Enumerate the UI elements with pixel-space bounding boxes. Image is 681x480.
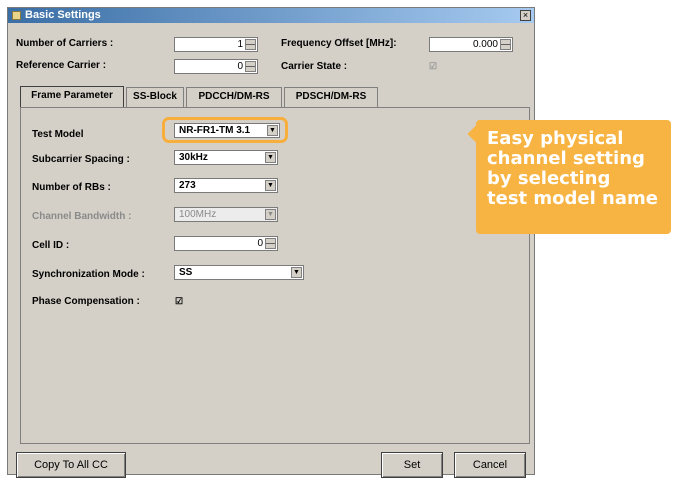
number-of-rbs-label: Number of RBs : [32,182,111,193]
test-model-highlight [162,117,288,143]
callout-line: by selecting [487,168,611,189]
number-of-carriers-value: 1 [237,39,243,50]
cell-id-spinner[interactable]: 0 [174,236,278,251]
callout-line: test model name [487,188,658,209]
number-of-rbs-value: 273 [179,180,196,191]
number-of-carriers-spinner[interactable]: 1 [174,37,258,52]
channel-bandwidth-value: 100MHz [179,209,217,220]
dropdown-arrow-icon: ▼ [265,209,276,220]
phase-compensation-label: Phase Compensation : [32,296,140,307]
callout-line: channel setting [487,148,645,169]
reference-carrier-label: Reference Carrier : [16,60,107,71]
carrier-state-label: Carrier State : [281,61,348,72]
test-model-label: Test Model [32,129,84,140]
channel-bandwidth-label: Channel Bandwidth : [32,211,132,222]
tab-ss-block[interactable]: SS-Block [126,87,184,107]
dropdown-arrow-icon[interactable]: ▼ [265,180,276,191]
app-icon [12,11,21,20]
spinner-arrows-icon[interactable] [245,61,256,72]
frequency-offset-label: Frequency Offset [MHz]: [281,38,397,49]
dropdown-arrow-icon[interactable]: ▼ [265,152,276,163]
frequency-offset-spinner[interactable]: 0.000 [429,37,513,52]
cell-id-label: Cell ID : [32,240,70,251]
close-icon[interactable]: × [520,10,531,21]
spinner-arrows-icon[interactable] [500,39,511,50]
callout-line: Easy physical [487,128,624,149]
cell-id-value: 0 [257,238,263,249]
carrier-state-checkbox[interactable]: ☑ [428,61,438,71]
dialog-title: Basic Settings [25,9,101,21]
cancel-button[interactable]: Cancel [454,452,526,478]
tab-pdcch-dm-rs[interactable]: PDCCH/DM-RS [186,87,282,107]
subcarrier-spacing-select[interactable]: 30kHz ▼ [174,150,278,165]
basic-settings-dialog: Basic Settings × Number of Carriers : 1 … [7,7,535,478]
tab-pdsch-dm-rs[interactable]: PDSCH/DM-RS [284,87,378,107]
synchronization-mode-label: Synchronization Mode : [32,269,145,280]
channel-bandwidth-select: 100MHz ▼ [174,207,278,222]
spinner-arrows-icon[interactable] [265,238,276,249]
reference-carrier-value: 0 [237,61,243,72]
phase-compensation-checkbox[interactable]: ☑ [174,296,184,306]
frequency-offset-value: 0.000 [472,39,498,50]
reference-carrier-spinner[interactable]: 0 [174,59,258,74]
callout-box: Easy physical channel setting by selecti… [467,120,671,234]
number-of-rbs-select[interactable]: 273 ▼ [174,178,278,193]
copy-to-all-cc-button[interactable]: Copy To All CC [16,452,126,478]
subcarrier-spacing-label: Subcarrier Spacing : [32,154,130,165]
dropdown-arrow-icon[interactable]: ▼ [291,267,302,278]
spinner-arrows-icon[interactable] [245,39,256,50]
synchronization-mode-select[interactable]: SS ▼ [174,265,304,280]
number-of-carriers-label: Number of Carriers : [16,38,114,49]
subcarrier-spacing-value: 30kHz [179,152,208,163]
synchronization-mode-value: SS [179,267,193,278]
title-bar[interactable]: Basic Settings × [8,8,534,23]
tab-frame-parameter[interactable]: Frame Parameter [20,86,124,108]
set-button[interactable]: Set [381,452,443,478]
